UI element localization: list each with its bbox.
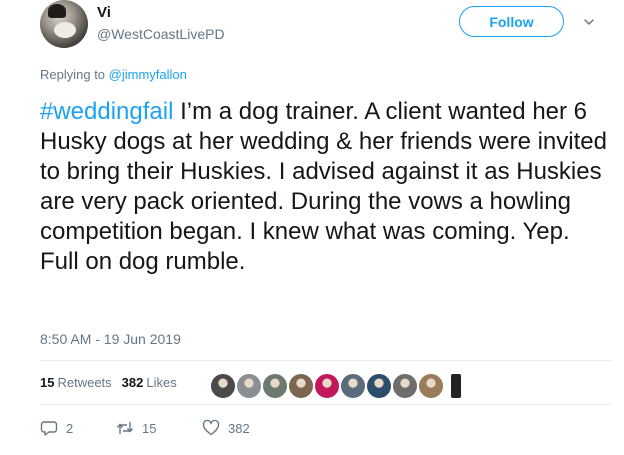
tweet-actions: 2 15 382 [40, 419, 250, 437]
user-avatar[interactable] [40, 0, 88, 48]
follow-button[interactable]: Follow [459, 6, 564, 37]
replying-to: Replying to @jimmyfallon [40, 67, 187, 82]
avatar-person-icon[interactable] [365, 372, 393, 400]
user-handle[interactable]: @WestCoastLivePD [97, 26, 225, 42]
chevron-down-icon[interactable] [583, 16, 595, 28]
avatar-person-icon[interactable] [287, 372, 315, 400]
like-button[interactable]: 382 [202, 419, 250, 437]
divider [40, 404, 612, 405]
tweet-timestamp[interactable]: 8:50 AM - 19 Jun 2019 [40, 331, 181, 347]
avatar-person-icon[interactable] [417, 372, 445, 400]
tweet-stats: 15 Retweets 382 Likes [40, 375, 177, 390]
avatar-ear-shape [48, 4, 66, 18]
retweet-button[interactable]: 15 [116, 419, 202, 437]
avatar-person-icon[interactable] [313, 372, 341, 400]
avatar-person-icon[interactable] [235, 372, 263, 400]
retweets-label: Retweets [57, 375, 112, 390]
avatar-snout-shape [54, 22, 76, 38]
reply-icon [40, 421, 58, 436]
likes-count: 382 [121, 375, 144, 390]
reply-count: 2 [66, 420, 74, 436]
retweet-count: 15 [142, 420, 157, 436]
retweet-icon [116, 422, 134, 434]
divider [40, 360, 612, 361]
replying-to-prefix: Replying to [40, 67, 109, 82]
replying-to-handle-link[interactable]: @jimmyfallon [109, 67, 187, 82]
avatar-dog-icon[interactable] [209, 372, 237, 400]
avatar-person-icon[interactable] [391, 372, 419, 400]
avatar-person-icon[interactable] [261, 372, 289, 400]
retweets-stat[interactable]: 15 Retweets [40, 375, 112, 390]
tweet-text: #weddingfail I’m a dog trainer. A client… [40, 97, 610, 277]
hashtag-link[interactable]: #weddingfail [40, 98, 173, 125]
likes-label: Likes [146, 375, 177, 390]
avatar-more-icon[interactable] [451, 374, 461, 398]
like-count: 382 [228, 420, 250, 436]
display-name[interactable]: Vi [97, 4, 111, 21]
reply-button[interactable]: 2 [40, 419, 116, 437]
liker-avatars [209, 372, 461, 400]
retweets-count: 15 [40, 375, 55, 390]
heart-icon [202, 419, 220, 436]
avatar-person-icon[interactable] [339, 372, 367, 400]
likes-stat[interactable]: 382 Likes [122, 375, 177, 390]
